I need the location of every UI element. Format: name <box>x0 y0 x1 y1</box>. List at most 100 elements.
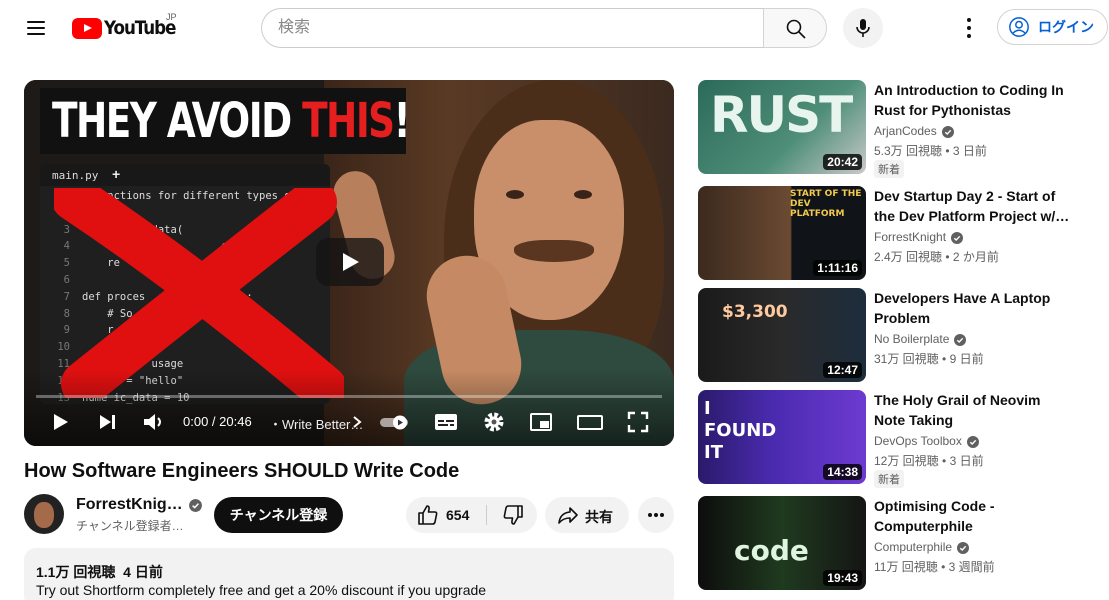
verified-icon <box>967 436 979 448</box>
search-input[interactable] <box>261 8 764 48</box>
verified-icon <box>942 126 954 138</box>
fullscreen-icon[interactable] <box>624 408 652 436</box>
share-icon <box>558 507 578 524</box>
related-thumbnail[interactable]: I FOUND IT 14:38 <box>698 390 866 484</box>
masthead: YouTube JP ログイン <box>0 0 1109 56</box>
related-age: 3 週間前 <box>948 560 995 574</box>
related-views: 12万 回視聴 <box>874 454 939 468</box>
headline-accent: THIS <box>302 93 395 149</box>
presenter-eye <box>574 190 592 199</box>
related-video-item[interactable]: I FOUND IT 14:38 The Holy Grail of Neovim … <box>698 390 1088 488</box>
headline-text: THEY AVOID <box>52 93 292 149</box>
video-duration: 19:43 <box>823 570 862 586</box>
editor-tab: main.py + <box>40 164 330 186</box>
presenter-eye <box>506 190 524 199</box>
editor-tab-plus: + <box>112 166 121 182</box>
verified-icon <box>189 499 202 512</box>
related-meta: 31万 回視聴 • 9 日前 <box>874 350 984 367</box>
share-button[interactable]: 共有 <box>545 497 629 533</box>
related-thumbnail[interactable]: code 19:43 <box>698 496 866 590</box>
share-label: 共有 <box>585 509 613 525</box>
thumb-down-icon <box>503 505 523 525</box>
channel-name[interactable]: ForrestKnig… <box>76 496 183 514</box>
related-title[interactable]: An Introduction to Coding In Rust for Py… <box>874 80 1074 120</box>
like-dislike-group: 654 <box>406 497 537 533</box>
new-badge: 新着 <box>874 470 904 488</box>
subtitles-icon[interactable] <box>432 408 460 436</box>
subscribe-button[interactable]: チャンネル登録 <box>214 497 343 533</box>
related-title[interactable]: Dev Startup Day 2 - Start of the Dev Pla… <box>874 186 1074 226</box>
dislike-button[interactable] <box>488 497 537 533</box>
like-button[interactable]: 654 <box>406 497 486 533</box>
progress-bar[interactable] <box>36 395 662 398</box>
large-play-button[interactable] <box>316 238 384 286</box>
time-display: 0:00 / 20:46 <box>183 414 252 429</box>
related-meta: 12万 回視聴 • 3 日前 <box>874 452 984 469</box>
video-duration: 1:11:16 <box>813 260 862 276</box>
headline-suffix: ! <box>393 93 411 149</box>
related-video-item[interactable]: $3,300 12:47 Developers Have A Laptop Prob… <box>698 288 1088 382</box>
related-meta: 5.3万 回視聴 • 3 日前 <box>874 142 987 159</box>
settings-icon[interactable] <box>480 408 508 436</box>
like-count: 654 <box>446 507 470 523</box>
play-icon[interactable] <box>46 408 74 436</box>
related-channel[interactable]: DevOps Toolbox <box>874 434 962 448</box>
verified-icon <box>954 334 966 346</box>
related-video-item[interactable]: RUST 20:42 An Introduction to Coding In Ru… <box>698 80 1088 178</box>
like-divider <box>486 505 487 525</box>
search-button[interactable] <box>763 8 827 48</box>
red-x-mark <box>54 188 344 398</box>
video-duration: 20:42 <box>823 154 862 170</box>
related-channel[interactable]: ArjanCodes <box>874 124 937 138</box>
voice-search-button[interactable] <box>843 8 883 48</box>
related-thumbnail[interactable]: $3,300 12:47 <box>698 288 866 382</box>
miniplayer-icon[interactable] <box>527 408 555 436</box>
related-title[interactable]: Optimising Code - Computerphile <box>874 496 1074 536</box>
related-video-item[interactable]: START OF THE DEV PLATFORM 1:11:16 Dev Star… <box>698 186 1088 280</box>
related-views: 5.3万 回視聴 <box>874 144 943 158</box>
upload-age: 4 日前 <box>123 564 163 580</box>
related-age: 2 か月前 <box>952 250 999 264</box>
video-title: How Software Engineers SHOULD Write Code <box>24 460 460 482</box>
related-title[interactable]: The Holy Grail of Neovim Note Taking <box>874 390 1074 430</box>
verified-icon <box>957 542 969 554</box>
account-icon <box>1009 17 1029 37</box>
related-age: 3 日前 <box>952 144 987 158</box>
next-icon[interactable] <box>93 408 121 436</box>
related-meta: 11万 回視聴 • 3 週間前 <box>874 558 995 575</box>
related-channel[interactable]: No Boilerplate <box>874 332 949 346</box>
related-video-item[interactable]: code 19:43 Optimising Code - Computerphile… <box>698 496 1088 590</box>
related-channel[interactable]: ForrestKnight <box>874 230 946 244</box>
login-button[interactable]: ログイン <box>997 9 1108 45</box>
autoplay-toggle-icon[interactable] <box>378 408 414 436</box>
video-duration: 14:38 <box>823 464 862 480</box>
related-channel[interactable]: Computerphile <box>874 540 952 554</box>
related-age: 9 日前 <box>949 352 984 366</box>
related-thumbnail[interactable]: RUST 20:42 <box>698 80 866 174</box>
description-box[interactable]: 1.1万 回視聴 4 日前 Try out Shortform complete… <box>24 548 674 600</box>
more-actions-button[interactable] <box>638 497 674 533</box>
thumbnail-headline: THEY AVOID THIS! <box>40 88 411 154</box>
description-text: Try out Shortform completely free and ge… <box>36 582 487 598</box>
subscriber-count: チャンネル登録者… <box>76 519 184 533</box>
meta-separator: • <box>938 352 950 366</box>
presenter-mustache <box>514 240 594 262</box>
theater-icon[interactable] <box>576 408 604 436</box>
thumbnail-text: $3,300 <box>722 302 788 322</box>
channel-avatar[interactable] <box>24 494 64 534</box>
chevron-right-icon[interactable] <box>350 408 364 436</box>
related-title[interactable]: Developers Have A Laptop Problem <box>874 288 1074 328</box>
region-code: JP <box>166 12 177 22</box>
video-duration: 12:47 <box>823 362 862 378</box>
view-count: 1.1万 回視聴 <box>36 564 116 580</box>
settings-menu-button[interactable] <box>953 12 985 44</box>
volume-icon[interactable] <box>139 408 167 436</box>
video-player[interactable]: main.py + 1 # Functions for different typ… <box>24 80 674 446</box>
thumbnail-text: RUST <box>710 86 853 144</box>
new-badge: 新着 <box>874 160 904 178</box>
login-label: ログイン <box>1038 19 1094 35</box>
mic-icon <box>856 19 870 37</box>
menu-icon[interactable] <box>24 16 48 40</box>
related-thumbnail[interactable]: START OF THE DEV PLATFORM 1:11:16 <box>698 186 866 280</box>
thumbnail-text: code <box>734 534 809 567</box>
